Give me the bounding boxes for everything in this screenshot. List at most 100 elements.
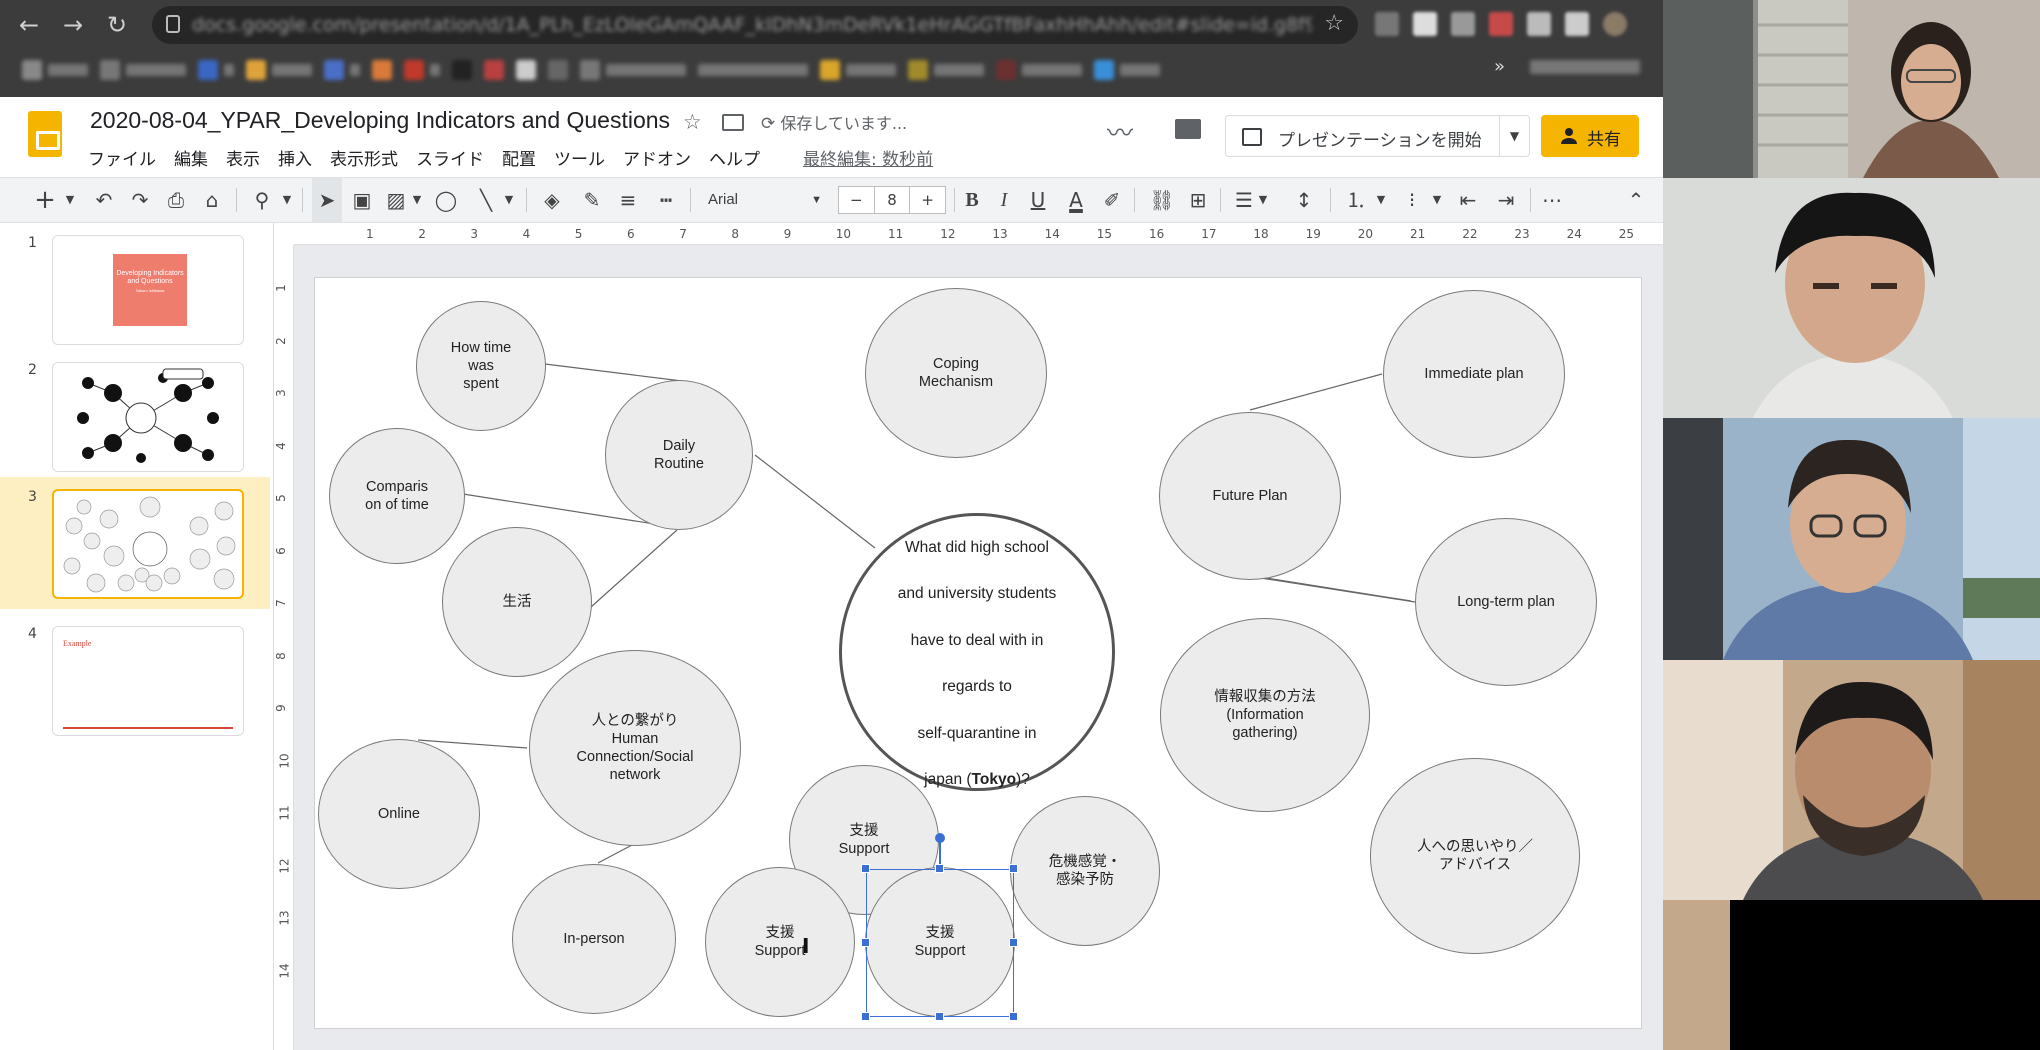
bookmark-item[interactable]	[820, 60, 896, 80]
print-icon[interactable]: ⎙	[162, 178, 190, 222]
extension-icon[interactable]	[1451, 12, 1475, 36]
bookmark-item[interactable]	[580, 60, 686, 80]
document-title[interactable]: 2020-08-04_YPAR_Developing Indicators an…	[90, 107, 670, 134]
slide-thumbnail[interactable]: Example	[52, 626, 244, 736]
menu-file[interactable]: ファイル	[88, 145, 156, 170]
menu-slide[interactable]: スライド	[416, 145, 484, 170]
decrease-indent-icon[interactable]: ⇤	[1454, 178, 1482, 222]
other-bookmarks[interactable]	[1530, 60, 1640, 74]
zoom-icon[interactable]: ⚲	[248, 178, 276, 222]
share-button[interactable]: 共有	[1541, 115, 1639, 157]
bookmark-item[interactable]	[516, 60, 536, 80]
comment-icon[interactable]	[1175, 119, 1201, 139]
more-options-icon[interactable]: ⋯	[1538, 178, 1566, 222]
bookmark-item[interactable]	[1094, 60, 1160, 80]
border-color-icon[interactable]: ✎	[578, 178, 606, 222]
paint-format-icon[interactable]: ⌂	[198, 178, 226, 222]
menu-edit[interactable]: 編集	[174, 145, 208, 170]
back-icon[interactable]: ←	[14, 10, 44, 40]
slide-thumbnail[interactable]: Developing Indicators and Questions Taku…	[52, 235, 244, 345]
bubble-human-connection[interactable]: 人との繋がり Human Connection/Social network	[529, 650, 741, 846]
last-edit-link[interactable]: 最終編集: 数秒前	[803, 145, 933, 170]
highlight-icon[interactable]: ✐	[1098, 178, 1126, 222]
select-cursor-icon[interactable]: ➤	[312, 178, 342, 222]
bubble-daily-routine[interactable]: Daily Routine	[605, 380, 753, 530]
undo-icon[interactable]: ↶	[90, 178, 118, 222]
resize-handle[interactable]	[935, 1012, 944, 1021]
menu-insert[interactable]: 挿入	[278, 145, 312, 170]
bubble-online[interactable]: Online	[318, 739, 480, 889]
menu-view[interactable]: 表示	[226, 145, 260, 170]
font-size-decrease[interactable]: −	[839, 187, 874, 213]
bubble-comparison-of-time[interactable]: Comparis on of time	[329, 428, 465, 564]
bubble-information-gathering[interactable]: 情報収集の方法 (Information gathering)	[1160, 618, 1370, 812]
numbered-list-icon[interactable]: ⒈	[1342, 178, 1370, 222]
redo-icon[interactable]: ↷	[126, 178, 154, 222]
bubble-long-term-plan[interactable]: Long-term plan	[1415, 518, 1597, 686]
resize-handle[interactable]	[935, 864, 944, 873]
border-dash-icon[interactable]: ┅	[652, 178, 680, 222]
address-bar[interactable]: docs.google.com/presentation/d/1A_PLh_Ez…	[152, 6, 1358, 44]
add-comment-icon[interactable]: ⊞	[1184, 178, 1212, 222]
new-slide-plus-icon[interactable]: +	[30, 178, 60, 222]
font-size-increase[interactable]: +	[910, 187, 945, 213]
bulleted-list-icon[interactable]: ⁝	[1398, 178, 1426, 222]
line-dropdown-icon[interactable]: ▼	[502, 178, 516, 222]
bookmark-item[interactable]	[324, 60, 360, 80]
bubble-omoiyari-advice[interactable]: 人への思いやり／ アドバイス	[1370, 758, 1580, 954]
image-dropdown-icon[interactable]: ▼	[410, 178, 424, 222]
bookmark-item[interactable]	[404, 60, 440, 80]
slide-3-canvas[interactable]: How time was spent Daily Routine Compari…	[315, 278, 1641, 1028]
line-spacing-icon[interactable]: ↕	[1290, 178, 1318, 222]
bubble-in-person[interactable]: In-person	[512, 864, 676, 1014]
slide-thumbnail-row[interactable]: 4 Example	[0, 614, 270, 736]
bookmark-item[interactable]	[698, 64, 808, 76]
forward-icon[interactable]: →	[58, 10, 88, 40]
bookmark-item[interactable]	[372, 60, 392, 80]
align-icon[interactable]: ☰	[1230, 178, 1258, 222]
bookmark-item[interactable]	[198, 60, 234, 80]
present-button[interactable]: プレゼンテーションを開始 ▼	[1225, 115, 1530, 157]
bookmarks-overflow-icon[interactable]: »	[1494, 56, 1505, 77]
participant-video-tile[interactable]	[1663, 178, 2040, 418]
new-slide-dropdown-icon[interactable]: ▼	[62, 178, 78, 222]
menu-format[interactable]: 表示形式	[330, 145, 398, 170]
participant-video-tile[interactable]	[1663, 418, 2040, 660]
bookmark-star-icon[interactable]: ☆	[1324, 11, 1344, 36]
slide-thumbnail-row-selected[interactable]: 3	[0, 477, 270, 609]
bubble-kiki-kankaku[interactable]: 危機感覚・ 感染予防	[1010, 796, 1160, 946]
reload-icon[interactable]: ↻	[102, 10, 132, 40]
menu-tools[interactable]: ツール	[554, 145, 605, 170]
collapse-toolbar-icon[interactable]: ⌃	[1622, 178, 1650, 222]
menu-arrange[interactable]: 配置	[502, 145, 536, 170]
italic-icon[interactable]: I	[990, 178, 1018, 222]
bubble-coping-mechanism[interactable]: Coping Mechanism	[865, 288, 1047, 458]
rotate-handle[interactable]	[935, 833, 945, 843]
resize-handle[interactable]	[1009, 938, 1018, 947]
bookmark-item[interactable]	[246, 60, 312, 80]
extension-icon[interactable]	[1565, 12, 1589, 36]
underline-icon[interactable]: U	[1024, 178, 1052, 222]
resize-handle[interactable]	[1009, 864, 1018, 873]
bookmark-item[interactable]	[100, 60, 186, 80]
image-icon[interactable]: ▨	[382, 178, 410, 222]
slide-thumbnail[interactable]	[52, 489, 244, 599]
link-icon[interactable]: ⛓	[1148, 178, 1176, 222]
bookmark-item[interactable]	[484, 60, 504, 80]
resize-handle[interactable]	[1009, 1012, 1018, 1021]
zoom-dropdown-icon[interactable]: ▼	[280, 178, 294, 222]
resize-handle[interactable]	[861, 938, 870, 947]
menu-help[interactable]: ヘルプ	[709, 145, 760, 170]
line-icon[interactable]: ╲	[472, 178, 500, 222]
bubble-how-time-spent[interactable]: How time was spent	[416, 301, 546, 431]
participant-video-tile[interactable]	[1663, 0, 2040, 178]
extension-icon[interactable]	[1413, 12, 1437, 36]
bold-icon[interactable]: B	[958, 178, 986, 222]
text-color-icon[interactable]: A	[1062, 178, 1090, 222]
align-dropdown-icon[interactable]: ▼	[1256, 178, 1270, 222]
shape-icon[interactable]: ◯	[432, 178, 460, 222]
move-folder-icon[interactable]	[722, 114, 744, 131]
bookmark-item[interactable]	[996, 60, 1082, 80]
profile-avatar-icon[interactable]	[1603, 12, 1627, 36]
bulleted-list-dropdown-icon[interactable]: ▼	[1430, 178, 1444, 222]
